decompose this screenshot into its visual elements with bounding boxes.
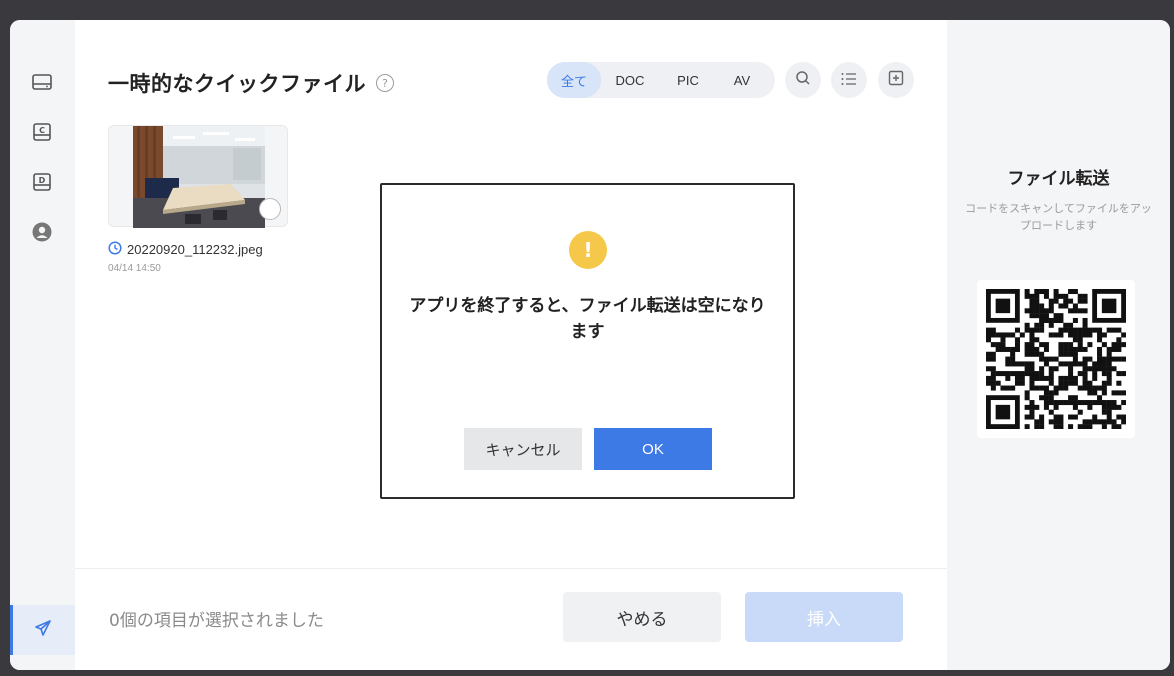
list-icon <box>841 71 857 90</box>
qr-code <box>977 280 1135 438</box>
side-title: ファイル転送 <box>1007 169 1110 189</box>
filter-pic[interactable]: PIC <box>659 62 717 98</box>
header: 一時的なクイックファイル ? <box>108 68 394 98</box>
left-rail: C D <box>10 20 75 670</box>
file-name: 20220920_112232.jpeg <box>127 242 263 257</box>
send-icon <box>34 619 52 641</box>
footer: 0個の項目が選択されました やめる 挿入 <box>75 568 947 670</box>
file-select-checkbox[interactable] <box>259 198 281 220</box>
dialog-message: アプリを終了すると、ファイル転送は空になります <box>409 296 766 342</box>
filter-tabs: 全て DOC PIC AV <box>547 62 775 98</box>
cancel-button[interactable]: やめる <box>563 592 721 642</box>
question-circle-icon[interactable]: ? <box>376 74 394 92</box>
search-button[interactable] <box>785 62 821 98</box>
dialog-ok-button[interactable]: OK <box>594 428 712 470</box>
filter-all[interactable]: 全て <box>547 62 601 98</box>
clock-icon <box>108 240 122 259</box>
svg-text:D: D <box>39 176 46 185</box>
list-view-button[interactable] <box>831 62 867 98</box>
file-name-row: 20220920_112232.jpeg <box>108 240 263 259</box>
disk-c-icon[interactable]: C <box>30 120 54 144</box>
app-window: C D 一時的なクイックファイル ? 全て DOC PIC AV 2022092… <box>10 20 1170 670</box>
filter-doc[interactable]: DOC <box>601 62 659 98</box>
user-icon[interactable] <box>30 220 54 244</box>
warning-icon: ! <box>569 231 607 269</box>
selection-status: 0個の項目が選択されました <box>109 611 324 631</box>
dialog-cancel-button[interactable]: キャンセル <box>464 428 582 470</box>
file-thumbnail <box>133 126 265 228</box>
drive-icon[interactable] <box>30 70 54 94</box>
add-folder-button[interactable] <box>878 62 914 98</box>
page-title: 一時的なクイックファイル <box>108 72 366 96</box>
insert-button[interactable]: 挿入 <box>745 592 903 642</box>
confirm-dialog: ! アプリを終了すると、ファイル転送は空になります キャンセル OK <box>380 183 795 499</box>
search-icon <box>795 70 811 90</box>
qr-code-image <box>986 289 1126 429</box>
disk-d-icon[interactable]: D <box>30 170 54 194</box>
add-folder-icon <box>888 70 904 90</box>
rail-send-tab[interactable] <box>10 605 75 655</box>
file-card[interactable] <box>108 125 288 228</box>
side-description: コードをスキャンしてファイルをアップロードします <box>965 202 1152 232</box>
file-transfer-panel: ファイル転送 コードをスキャンしてファイルをアップロードします <box>947 20 1170 670</box>
file-date: 04/14 14:50 <box>108 263 161 274</box>
filter-av[interactable]: AV <box>717 62 767 98</box>
svg-text:C: C <box>39 126 45 135</box>
